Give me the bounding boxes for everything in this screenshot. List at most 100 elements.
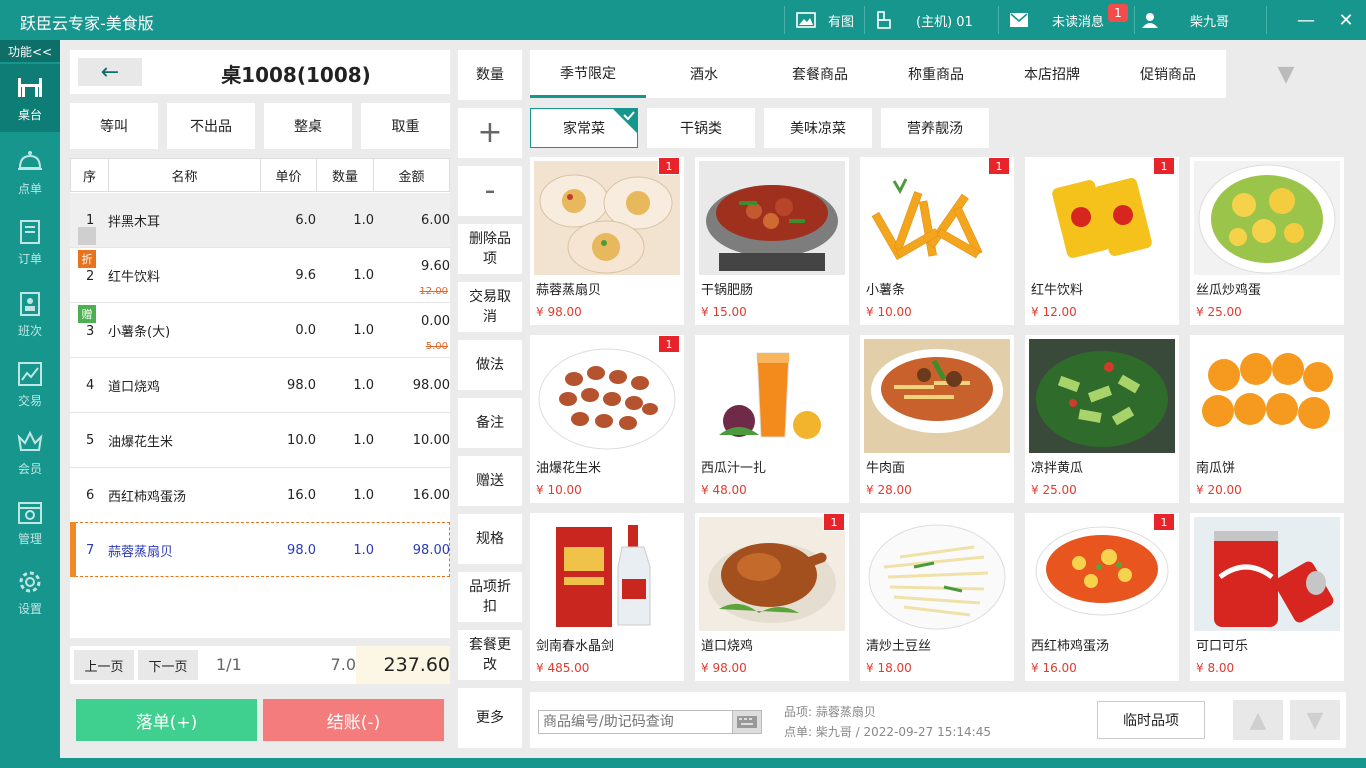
host-indicator[interactable]: (主机) 01 — [876, 0, 973, 40]
roast-chicken-icon — [708, 543, 836, 623]
order-header: ← 桌1008(1008) — [70, 50, 450, 94]
product-card[interactable]: 剑南春水晶剑 ¥ 485.00 — [530, 513, 684, 681]
sidebar-item-transactions[interactable]: 交易 — [0, 350, 60, 418]
package-change-button[interactable]: 套餐更改 — [458, 630, 522, 680]
plus-button[interactable]: + — [458, 108, 522, 158]
back-button[interactable]: ← — [78, 58, 142, 86]
table-row[interactable]: 6 西红柿鸡蛋汤 16.0 1.0 16.00 — [70, 468, 450, 523]
wait-call-button[interactable]: 等叫 — [70, 103, 158, 149]
remark-button[interactable]: 备注 — [458, 398, 522, 448]
table-row[interactable]: 折 2 红牛饮料 9.6 1.0 9.60 12.00 — [70, 248, 450, 303]
tab-signature[interactable]: 本店招牌 — [994, 50, 1110, 98]
product-card[interactable]: 红牛饮料 ¥ 12.00 1 — [1025, 157, 1179, 325]
whole-table-button[interactable]: 整桌 — [264, 103, 352, 149]
table-row[interactable]: 1 拌黑木耳 6.0 1.0 6.00 — [70, 193, 450, 248]
cola-image — [1194, 517, 1340, 631]
keyboard-button[interactable] — [732, 710, 762, 734]
minimize-button[interactable]: — — [1294, 8, 1318, 32]
col-qty: 数量 — [317, 159, 374, 191]
tab-seasonal[interactable]: 季节限定 — [530, 50, 646, 98]
next-page-button[interactable]: 下一页 — [138, 650, 198, 680]
subtab-dry-pot[interactable]: 干锅类 — [647, 108, 755, 148]
place-order-button[interactable]: 落单(+) — [76, 699, 257, 741]
image-toggle[interactable]: 有图 — [796, 0, 854, 40]
product-card[interactable]: 丝瓜炒鸡蛋 ¥ 25.00 — [1190, 157, 1344, 325]
beef-noodle-image — [864, 339, 1010, 453]
product-price: ¥ 485.00 — [536, 661, 590, 675]
tabs-more-button[interactable]: ▼ — [1226, 50, 1346, 98]
cooking-method-button[interactable]: 做法 — [458, 340, 522, 390]
gift-button[interactable]: 赠送 — [458, 456, 522, 506]
scroll-down-button[interactable]: ▼ — [1290, 700, 1340, 740]
search-input[interactable] — [538, 710, 738, 734]
liquor-bottle-icon — [556, 525, 651, 627]
product-price: ¥ 18.00 — [866, 661, 912, 675]
sidebar-item-shift[interactable]: 班次 — [0, 280, 60, 348]
subtab-soup[interactable]: 营养靓汤 — [881, 108, 989, 148]
row-name: 红牛饮料 — [108, 269, 161, 285]
product-card[interactable]: 可口可乐 ¥ 8.00 — [1190, 513, 1344, 681]
app-title: 跃臣云专家-美食版 — [20, 14, 154, 33]
product-card[interactable]: 蒜蓉蒸扇贝 ¥ 98.00 1 — [530, 157, 684, 325]
subtab-home-style[interactable]: 家常菜 — [530, 108, 638, 148]
product-card[interactable]: 清炒土豆丝 ¥ 18.00 — [860, 513, 1014, 681]
minus-button[interactable]: - — [458, 166, 522, 216]
user-menu[interactable]: 柴九哥 — [1142, 0, 1229, 40]
tab-weighed[interactable]: 称重商品 — [878, 50, 994, 98]
sidebar-item-tables[interactable]: 桌台 — [0, 64, 60, 132]
spec-button[interactable]: 规格 — [458, 514, 522, 564]
sidebar-item-settings[interactable]: 设置 — [0, 558, 60, 626]
divider — [784, 6, 785, 34]
product-name: 牛肉面 — [866, 461, 906, 476]
table-row-selected[interactable]: 7 蒜蓉蒸扇贝 98.0 1.0 98.00 — [70, 522, 450, 577]
more-button[interactable]: 更多 — [458, 688, 522, 748]
sidebar-item-management[interactable]: 管理 — [0, 488, 60, 556]
product-card[interactable]: 干锅肥肠 ¥ 15.00 — [695, 157, 849, 325]
tab-drinks[interactable]: 酒水 — [646, 50, 762, 98]
product-card[interactable]: 道口烧鸡 ¥ 98.00 1 — [695, 513, 849, 681]
product-card[interactable]: 小薯条 ¥ 10.00 1 — [860, 157, 1014, 325]
item-discount-button[interactable]: 品项折扣 — [458, 572, 522, 622]
product-card[interactable]: 凉拌黄瓜 ¥ 25.00 — [1025, 335, 1179, 503]
row-original-amount: 12.00 — [419, 286, 448, 297]
cancel-transaction-button[interactable]: 交易取消 — [458, 282, 522, 332]
table-row[interactable]: 4 道口烧鸡 98.0 1.0 98.00 — [70, 358, 450, 413]
dedupe-button[interactable]: 取重 — [361, 103, 450, 149]
sidebar-item-order[interactable]: 点单 — [0, 138, 60, 206]
product-name: 干锅肥肠 — [701, 283, 754, 298]
row-qty: 1.0 — [353, 212, 374, 228]
sidebar-item-members[interactable]: 会员 — [0, 418, 60, 486]
product-card[interactable]: 油爆花生米 ¥ 10.00 1 — [530, 335, 684, 503]
delete-item-button[interactable]: 删除品项 — [458, 224, 522, 274]
quantity-button[interactable]: 数量 — [458, 50, 522, 100]
row-price: 98.0 — [287, 542, 316, 558]
col-amount: 金额 — [398, 169, 425, 185]
row-qty: 1.0 — [353, 267, 374, 283]
subtab-label: 家常菜 — [563, 121, 605, 137]
row-tag — [78, 227, 96, 245]
no-serve-button[interactable]: 不出品 — [167, 103, 255, 149]
function-collapse-button[interactable]: 功能<< — [0, 40, 60, 62]
close-button[interactable]: ✕ — [1334, 8, 1358, 32]
table-row[interactable]: 赠 3 小薯条(大) 0.0 1.0 0.00 5.00 — [70, 303, 450, 358]
sidebar-item-orders[interactable]: 订单 — [0, 208, 60, 276]
product-name: 丝瓜炒鸡蛋 — [1196, 283, 1262, 298]
product-card[interactable]: 牛肉面 ¥ 28.00 — [860, 335, 1014, 503]
scroll-up-button[interactable]: ▲ — [1233, 700, 1283, 740]
product-card[interactable]: 南瓜饼 ¥ 20.00 — [1190, 335, 1344, 503]
table-row[interactable]: 5 油爆花生米 10.0 1.0 10.00 — [70, 413, 450, 468]
subtab-cold-dish[interactable]: 美味凉菜 — [764, 108, 872, 148]
product-card[interactable]: 西瓜汁一扎 ¥ 48.00 — [695, 335, 849, 503]
tab-promotion[interactable]: 促销商品 — [1110, 50, 1226, 98]
row-price: 98.0 — [287, 377, 316, 393]
product-qty-badge: 1 — [658, 157, 680, 175]
checkout-button[interactable]: 结账(-) — [263, 699, 444, 741]
tab-combo[interactable]: 套餐商品 — [762, 50, 878, 98]
row-name: 油爆花生米 — [108, 434, 174, 450]
prev-page-button[interactable]: 上一页 — [74, 650, 134, 680]
temp-item-button[interactable]: 临时品项 — [1097, 701, 1205, 739]
total-qty: 7.0 — [330, 655, 356, 674]
messages-button[interactable]: 未读消息 — [1010, 0, 1104, 40]
row-name: 拌黑木耳 — [108, 214, 161, 230]
product-card[interactable]: 西红柿鸡蛋汤 ¥ 16.00 1 — [1025, 513, 1179, 681]
